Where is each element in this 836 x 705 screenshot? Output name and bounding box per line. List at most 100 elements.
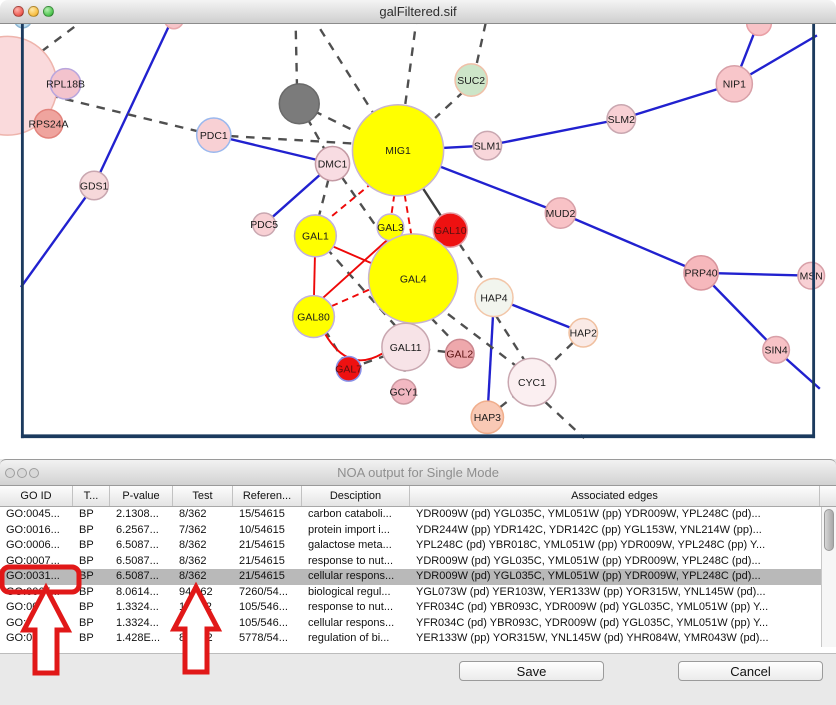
table-row[interactable]: GO:0045...BP2.1308...8/36215/54615carbon…	[0, 507, 836, 523]
cell-type: BP	[73, 538, 110, 554]
cell-pvalue: 6.5087...	[110, 554, 173, 570]
cell-description: response to nut...	[302, 600, 410, 616]
node-label-GAL1: GAL1	[302, 232, 329, 243]
edge-dash	[545, 402, 584, 438]
table-row[interactable]: GO:0065...BP8.0614...94/3627260/54...bio…	[0, 585, 836, 601]
cell-reference: 10/54615	[233, 523, 302, 539]
table-rows: GO:0045...BP2.1308...8/36215/54615carbon…	[0, 507, 836, 647]
noa-window: NOA output for Single Mode GO IDT...P-va…	[0, 459, 836, 704]
column-header-type[interactable]: T...	[73, 486, 110, 506]
node-label-GAL11: GAL11	[390, 343, 422, 354]
column-header-goid[interactable]: GO ID	[0, 486, 73, 506]
cell-goid: GO:0007...	[0, 554, 73, 570]
cell-pvalue: 6.2567...	[110, 523, 173, 539]
cell-edges: YDR009W (pd) YGL035C, YML051W (pp) YDR00…	[410, 554, 820, 570]
table-row[interactable]: GO:0031...BP1.3324...11/362105/546...cel…	[0, 616, 836, 632]
table-row[interactable]: GO:0007...BP6.5087...8/36221/54615respon…	[0, 554, 836, 570]
cell-type: BP	[73, 523, 110, 539]
column-header-edges[interactable]: Associated edges	[410, 486, 820, 506]
node-label-DMC1: DMC1	[318, 159, 348, 170]
cell-goid: GO:0065...	[0, 585, 73, 601]
table-header: GO IDT...P-valueTestReferen...Desciption…	[0, 486, 836, 507]
edge-dash	[49, 95, 213, 135]
traffic-lights-inactive	[5, 468, 39, 478]
edge-reddash	[391, 195, 394, 215]
cell-test: 8/362	[173, 507, 233, 523]
cell-edges: YFR034C (pd) YBR093C, YDR009W (pd) YGL03…	[410, 600, 820, 616]
node-label-PDC5: PDC5	[250, 220, 278, 231]
cell-test: 11/362	[173, 616, 233, 632]
table-row[interactable]: GO:0006...BP6.5087...8/36221/54615galact…	[0, 538, 836, 554]
minimize-button-icon[interactable]	[17, 468, 27, 478]
cell-description: carbon cataboli...	[302, 507, 410, 523]
cell-pvalue: 1.3324...	[110, 616, 173, 632]
node-label-GAL4: GAL4	[400, 274, 427, 285]
cancel-button[interactable]: Cancel	[678, 661, 823, 681]
network-canvas[interactable]: 1PXRPL18BRPS24AGDS1PDC1PDC5DMC1MIG1SUC2S…	[0, 24, 836, 460]
cell-goid: GO:0050...	[0, 631, 73, 647]
close-button-icon[interactable]	[13, 6, 24, 17]
cell-reference: 21/54615	[233, 538, 302, 554]
cell-edges: YER133W (pp) YOR315W, YNL145W (pd) YHR08…	[410, 631, 820, 647]
table-row[interactable]: GO:0031...BP6.5087...8/36221/54615cellul…	[0, 569, 836, 585]
edge-dash	[435, 91, 463, 118]
cell-test: 94/362	[173, 585, 233, 601]
cell-edges: YPL248C (pd) YBR018C, YML051W (pp) YDR00…	[410, 538, 820, 554]
noa-window-titlebar[interactable]: NOA output for Single Mode	[0, 459, 836, 486]
cell-reference: 15/54615	[233, 507, 302, 523]
cell-test: 8/362	[173, 554, 233, 570]
cell-reference: 105/546...	[233, 616, 302, 632]
edge-pp	[214, 135, 333, 163]
table-row[interactable]: GO:0016...BP6.2567...7/36210/54615protei…	[0, 523, 836, 539]
cell-pvalue: 1.3324...	[110, 600, 173, 616]
cell-test: 8/362	[173, 538, 233, 554]
cell-pvalue: 6.5087...	[110, 569, 173, 585]
table-row[interactable]: GO:0031...BP1.3324...11/362105/546...res…	[0, 600, 836, 616]
node-label-CYC1: CYC1	[518, 378, 546, 389]
cell-test: 11/362	[173, 600, 233, 616]
cell-edges: YDR009W (pd) YGL035C, YML051W (pp) YDR00…	[410, 569, 820, 585]
node-top2[interactable]	[747, 24, 772, 35]
cell-goid: GO:0016...	[0, 523, 73, 539]
cell-edges: YDR009W (pd) YGL035C, YML051W (pp) YDR00…	[410, 507, 820, 523]
traffic-lights	[13, 6, 54, 17]
scrollbar-thumb[interactable]	[824, 509, 834, 551]
network-window-titlebar[interactable]: galFiltered.sif	[0, 0, 836, 24]
node-gray-node[interactable]	[279, 84, 319, 124]
edge-reddash	[405, 195, 412, 235]
node-label-SUC2: SUC2	[457, 76, 485, 87]
save-button[interactable]: Save	[459, 661, 604, 681]
column-header-pvalue[interactable]: P-value	[110, 486, 173, 506]
zoom-button-icon[interactable]	[29, 468, 39, 478]
cell-goid: GO:0031...	[0, 600, 73, 616]
edge-pp	[94, 24, 174, 185]
cell-type: BP	[73, 616, 110, 632]
cell-edges: YGL073W (pd) YER103W, YER133W (pp) YOR31…	[410, 585, 820, 601]
cell-pvalue: 1.428E...	[110, 631, 173, 647]
edge-pp	[560, 213, 701, 273]
table-row[interactable]: GO:0050...BP1.428E...80/3625778/54...reg…	[0, 631, 836, 647]
cell-goid: GO:0031...	[0, 616, 73, 632]
close-button-icon[interactable]	[5, 468, 15, 478]
cell-pvalue: 8.0614...	[110, 585, 173, 601]
node-label-GAL80: GAL80	[297, 312, 330, 323]
cell-reference: 21/54615	[233, 569, 302, 585]
cell-type: BP	[73, 569, 110, 585]
edge-dash	[477, 24, 487, 63]
node-label-RPS24A: RPS24A	[28, 120, 68, 131]
cell-type: BP	[73, 554, 110, 570]
zoom-button-icon[interactable]	[43, 6, 54, 17]
edge-dash	[405, 24, 417, 109]
cell-description: cellular respons...	[302, 616, 410, 632]
column-header-description[interactable]: Desciption	[302, 486, 410, 506]
cell-description: cellular respons...	[302, 569, 410, 585]
cell-pvalue: 2.1308...	[110, 507, 173, 523]
column-header-reference[interactable]: Referen...	[233, 486, 302, 506]
cell-reference: 7260/54...	[233, 585, 302, 601]
node-label-HAP2: HAP2	[570, 329, 597, 340]
column-header-test[interactable]: Test	[173, 486, 233, 506]
cell-test: 80/362	[173, 631, 233, 647]
minimize-button-icon[interactable]	[28, 6, 39, 17]
node-label-SLM2: SLM2	[608, 115, 635, 126]
vertical-scrollbar[interactable]	[821, 507, 836, 647]
